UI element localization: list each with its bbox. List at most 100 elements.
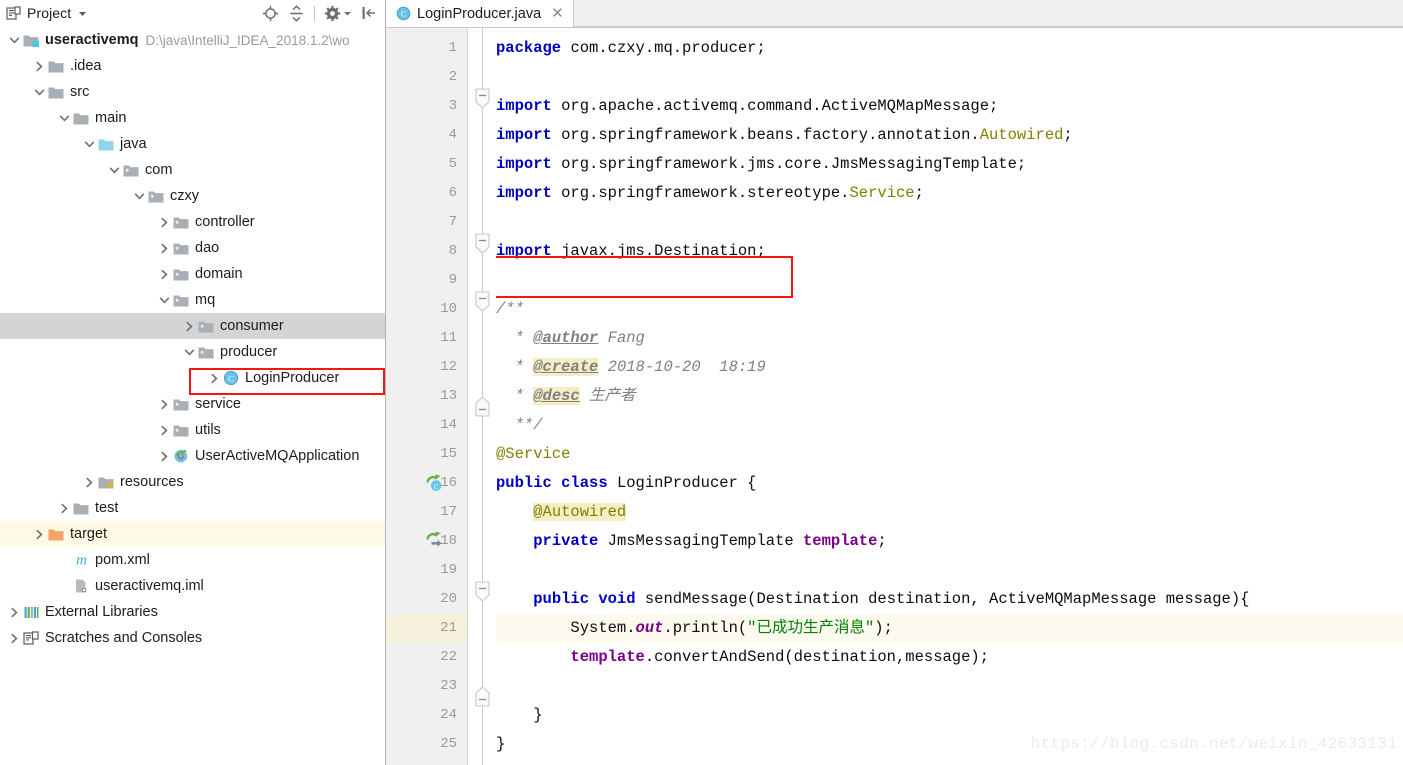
locate-target-icon[interactable] [262, 5, 279, 22]
code-line[interactable]: template.convertAndSend(destination,mess… [496, 643, 989, 672]
fold-start-icon[interactable] [474, 233, 491, 262]
chevron-down-icon[interactable] [181, 347, 197, 358]
chevron-right-icon[interactable] [56, 503, 72, 514]
chevron-down-icon[interactable] [77, 8, 88, 19]
chevron-right-icon[interactable] [181, 321, 197, 332]
spring-bean-autowired-icon[interactable] [424, 531, 444, 556]
svg-text:C: C [401, 10, 406, 19]
svg-text:C: C [228, 373, 234, 383]
chevron-right-icon[interactable] [81, 477, 97, 488]
project-tree[interactable]: useractivemq D:\java\IntelliJ_IDEA_2018.1… [0, 26, 385, 765]
project-window-icon [6, 5, 21, 21]
gear-dropdown-chevron-icon[interactable] [343, 9, 352, 18]
spring-bean-class-icon[interactable]: C [424, 473, 444, 498]
code-line[interactable]: * @author Fang [496, 324, 645, 353]
tree-node-scratches-and-consoles[interactable]: Scratches and Consoles [0, 625, 385, 651]
code-line[interactable]: package com.czxy.mq.producer; [496, 34, 766, 63]
tree-node-useractivemq[interactable]: useractivemq D:\java\IntelliJ_IDEA_2018.1… [0, 27, 385, 53]
fold-start-icon[interactable] [474, 581, 491, 610]
line-number: 8 [448, 243, 457, 259]
tree-node-consumer[interactable]: consumer [0, 313, 385, 339]
code-line[interactable]: public class LoginProducer { [496, 469, 756, 498]
chevron-right-icon[interactable] [6, 607, 22, 618]
tree-node-service[interactable]: service [0, 391, 385, 417]
tree-node-controller[interactable]: controller [0, 209, 385, 235]
tree-node-useractivemq-iml[interactable]: useractivemq.iml [0, 573, 385, 599]
chevron-right-icon[interactable] [156, 425, 172, 436]
chevron-right-icon[interactable] [6, 633, 22, 644]
collapse-all-icon[interactable] [288, 4, 305, 22]
chevron-down-icon[interactable] [81, 139, 97, 150]
tree-node-czxy[interactable]: czxy [0, 183, 385, 209]
chevron-right-icon[interactable] [156, 269, 172, 280]
tree-node-src[interactable]: src [0, 79, 385, 105]
chevron-right-icon[interactable] [156, 451, 172, 462]
close-icon[interactable]: ✕ [551, 6, 564, 21]
line-number: 6 [448, 185, 457, 201]
package-icon [147, 189, 165, 204]
code-editor[interactable]: 1 2 3 4 5 6 7 8 9 10 11 12 13 14 15 16 17 18 19 20 21 22 23 24 2… [386, 28, 1403, 765]
code-line[interactable]: @Service [496, 440, 570, 469]
tab-login-producer-java[interactable]: C LoginProducer.java ✕ [386, 0, 574, 27]
code-line[interactable]: import org.springframework.jms.core.JmsM… [496, 150, 1026, 179]
tree-node-test[interactable]: test [0, 495, 385, 521]
code-line[interactable]: } [496, 701, 542, 730]
tree-node-producer[interactable]: producer [0, 339, 385, 365]
chevron-down-icon[interactable] [131, 191, 147, 202]
code-line[interactable]: * @desc 生产者 [496, 382, 636, 411]
code-folding-column[interactable] [467, 28, 496, 765]
tree-node-external-libraries[interactable]: External Libraries [0, 599, 385, 625]
chevron-down-icon[interactable] [6, 35, 22, 46]
tree-node-domain[interactable]: domain [0, 261, 385, 287]
chevron-right-icon[interactable] [206, 373, 222, 384]
chevron-right-icon[interactable] [156, 217, 172, 228]
tree-node-target[interactable]: target [0, 521, 385, 547]
tree-node-com[interactable]: com [0, 157, 385, 183]
chevron-down-icon[interactable] [156, 295, 172, 306]
line-number: 14 [440, 417, 457, 433]
chevron-down-icon[interactable] [106, 165, 122, 176]
code-line[interactable]: import org.springframework.beans.factory… [496, 121, 1073, 150]
settings-gear-icon[interactable] [324, 5, 341, 22]
code-line[interactable]: public void sendMessage(Destination dest… [496, 585, 1249, 614]
line-number-gutter[interactable]: 1 2 3 4 5 6 7 8 9 10 11 12 13 14 15 16 17 18 19 20 21 22 23 24 2… [386, 28, 467, 765]
chevron-right-icon[interactable] [31, 529, 47, 540]
code-line[interactable]: import org.springframework.stereotype.Se… [496, 179, 924, 208]
tree-node-pom-xml[interactable]: m pom.xml [0, 547, 385, 573]
fold-end-icon[interactable] [474, 396, 491, 425]
tree-node-label: producer [220, 344, 278, 360]
chevron-down-icon[interactable] [31, 87, 47, 98]
fold-end-icon[interactable] [474, 686, 491, 715]
tree-node-useractivemqapplication[interactable]: UserActiveMQApplication [0, 443, 385, 469]
tree-node-loginproducer[interactable]: C LoginProducer [0, 365, 385, 391]
code-line[interactable]: import javax.jms.Destination; [496, 237, 766, 266]
folder-icon [47, 59, 65, 74]
code-line[interactable]: private JmsMessagingTemplate template; [496, 527, 887, 556]
chevron-down-icon[interactable] [56, 113, 72, 124]
fold-start-icon[interactable] [474, 291, 491, 320]
chevron-right-icon[interactable] [156, 243, 172, 254]
tree-node-utils[interactable]: utils [0, 417, 385, 443]
code-line[interactable]: System.out.println("已成功生产消息"); [496, 614, 892, 643]
tab-label: LoginProducer.java [417, 5, 542, 22]
tree-node-mq[interactable]: mq [0, 287, 385, 313]
tree-node-label: czxy [170, 188, 199, 204]
code-line[interactable]: **/ [496, 411, 543, 440]
tree-node-resources[interactable]: resources [0, 469, 385, 495]
tree-node-java[interactable]: java [0, 131, 385, 157]
code-line[interactable]: * @create 2018-10-20 18:19 [496, 353, 766, 382]
tree-node-label: target [70, 526, 108, 542]
code-line[interactable]: @Autowired [496, 498, 627, 527]
code-line[interactable]: } [496, 730, 505, 759]
code-content[interactable]: package com.czxy.mq.producer; import org.… [496, 28, 1403, 765]
tree-node--idea[interactable]: .idea [0, 53, 385, 79]
fold-start-icon[interactable] [474, 88, 491, 117]
chevron-right-icon[interactable] [31, 61, 47, 72]
hide-panel-icon[interactable] [361, 5, 377, 21]
chevron-right-icon[interactable] [156, 399, 172, 410]
tree-node-dao[interactable]: dao [0, 235, 385, 261]
code-line[interactable]: import org.apache.activemq.command.Activ… [496, 92, 998, 121]
code-line[interactable]: /** [496, 295, 524, 324]
package-icon [197, 319, 215, 334]
tree-node-main[interactable]: main [0, 105, 385, 131]
